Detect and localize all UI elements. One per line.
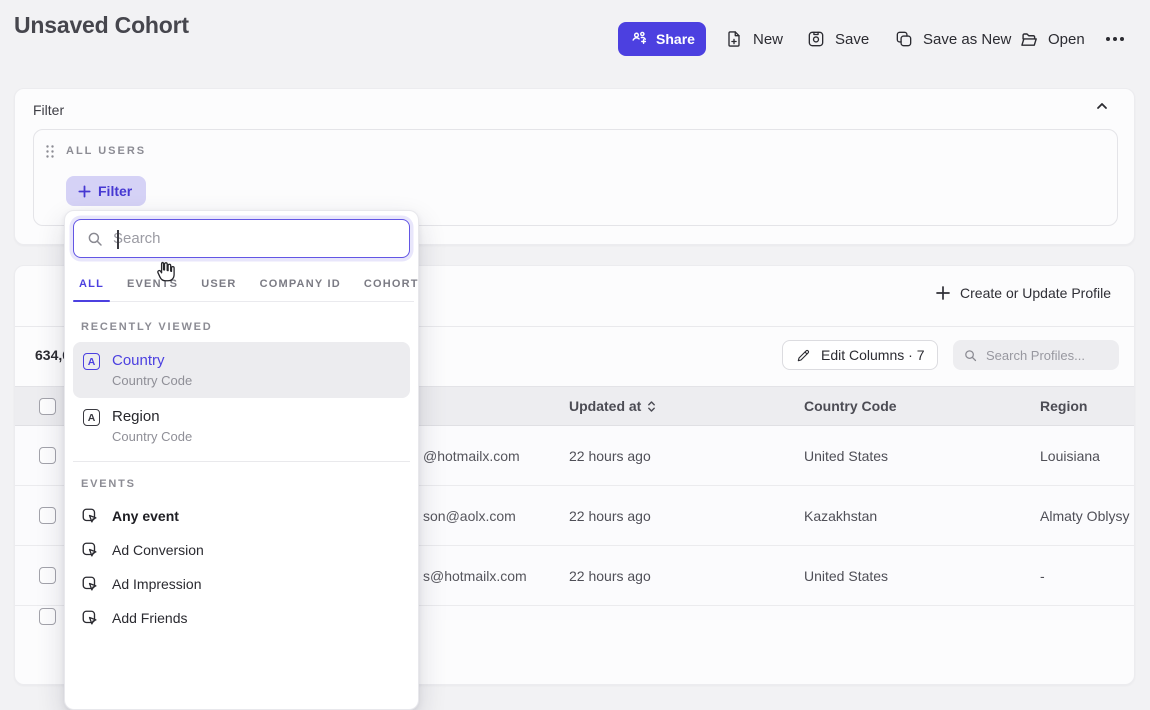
search-icon (86, 230, 104, 248)
copy-icon (894, 29, 914, 49)
create-or-update-profile-button[interactable]: Create or Update Profile (935, 285, 1111, 301)
column-country-code[interactable]: Country Code (804, 398, 897, 414)
country-code-cell: United States (804, 448, 888, 464)
updated-at-cell: 22 hours ago (569, 508, 651, 524)
plus-icon (77, 184, 92, 199)
item-title: Country (112, 351, 192, 370)
events-label: EVENTS (81, 478, 402, 490)
dot-icon (1113, 37, 1117, 41)
region-cell: Louisiana (1040, 448, 1100, 464)
text-caret (117, 230, 119, 249)
open-button[interactable]: Open (1018, 22, 1085, 56)
tab-company-id[interactable]: COMPANY ID (254, 266, 347, 301)
dropdown-tabs: ALL EVENTS USER COMPANY ID COHORT (73, 266, 414, 302)
dropdown-search-box[interactable] (73, 219, 410, 258)
search-icon (963, 348, 978, 363)
dot-icon (1106, 37, 1110, 41)
event-cursor-icon (81, 609, 99, 627)
pencil-icon (796, 347, 812, 363)
tab-all[interactable]: ALL (73, 266, 110, 301)
column-updated-at[interactable]: Updated at (569, 398, 641, 414)
share-button[interactable]: Share (618, 22, 706, 56)
column-region[interactable]: Region (1040, 398, 1087, 414)
list-item-ad-impression[interactable]: Ad Impression (65, 567, 418, 601)
tab-events[interactable]: EVENTS (121, 266, 184, 301)
event-cursor-icon (81, 575, 99, 593)
row-checkbox[interactable] (39, 507, 56, 524)
list-item-country[interactable]: A Country Country Code (73, 342, 410, 398)
sort-icon[interactable] (647, 400, 656, 413)
tab-user[interactable]: USER (195, 266, 242, 301)
item-title: Region (112, 407, 192, 426)
item-title: Any event (112, 508, 179, 524)
search-profiles-box[interactable] (953, 340, 1119, 370)
item-title: Add Friends (112, 610, 187, 626)
text-property-icon: A (83, 353, 100, 370)
updated-at-cell: 22 hours ago (569, 448, 651, 464)
share-button-label: Share (656, 31, 695, 47)
drag-handle-icon[interactable] (45, 144, 55, 159)
filter-card-title: Filter (33, 102, 64, 118)
tab-cohort[interactable]: COHORT (358, 266, 425, 301)
list-item-any-event[interactable]: Any event (65, 499, 418, 533)
new-button[interactable]: New (724, 22, 783, 56)
edit-columns-label: Edit Columns · 7 (821, 347, 924, 363)
open-button-label: Open (1048, 31, 1085, 48)
email-cell: s@hotmailx.com (423, 568, 527, 584)
page-title: Unsaved Cohort (14, 12, 189, 39)
add-filter-button-label: Filter (98, 183, 132, 199)
save-icon (806, 29, 826, 49)
folder-icon (1018, 29, 1039, 50)
region-cell: - (1040, 568, 1045, 584)
item-title: Ad Impression (112, 576, 201, 592)
country-code-cell: United States (804, 568, 888, 584)
row-checkbox[interactable] (39, 608, 56, 625)
search-profiles-input[interactable] (986, 348, 1106, 363)
save-button[interactable]: Save (806, 22, 869, 56)
email-cell: @hotmailx.com (423, 448, 520, 464)
new-file-icon (724, 29, 744, 49)
group-label: ALL USERS (66, 145, 146, 157)
more-options-button[interactable] (1106, 30, 1124, 48)
save-button-label: Save (835, 31, 869, 48)
filter-dropdown: ALL EVENTS USER COMPANY ID COHORT RECENT… (64, 210, 419, 710)
item-subtitle: Country Code (112, 428, 192, 446)
dropdown-search-input[interactable] (113, 230, 397, 247)
list-item-ad-conversion[interactable]: Ad Conversion (65, 533, 418, 567)
list-item-add-friends[interactable]: Add Friends (65, 601, 418, 635)
people-add-icon (629, 29, 649, 49)
collapse-chevron-up-icon[interactable] (1094, 98, 1110, 114)
event-cursor-icon (81, 507, 99, 525)
region-cell: Almaty Oblysy (1040, 508, 1129, 524)
event-cursor-icon (81, 541, 99, 559)
item-subtitle: Country Code (112, 372, 192, 390)
save-as-new-button[interactable]: Save as New (894, 22, 1011, 56)
text-property-icon: A (83, 409, 100, 426)
updated-at-cell: 22 hours ago (569, 568, 651, 584)
row-checkbox[interactable] (39, 447, 56, 464)
row-checkbox[interactable] (39, 567, 56, 584)
country-code-cell: Kazakhstan (804, 508, 877, 524)
new-button-label: New (753, 31, 783, 48)
recently-viewed-label: RECENTLY VIEWED (81, 321, 402, 333)
edit-columns-button[interactable]: Edit Columns · 7 (782, 340, 938, 370)
list-item-region[interactable]: A Region Country Code (73, 398, 410, 454)
plus-icon (935, 285, 951, 301)
select-all-checkbox[interactable] (39, 398, 56, 415)
email-cell: son@aolx.com (423, 508, 516, 524)
add-filter-button[interactable]: Filter (66, 176, 146, 206)
divider (73, 461, 410, 462)
item-title: Ad Conversion (112, 542, 204, 558)
dot-icon (1120, 37, 1124, 41)
save-as-new-button-label: Save as New (923, 31, 1011, 48)
create-or-update-profile-label: Create or Update Profile (960, 285, 1111, 301)
